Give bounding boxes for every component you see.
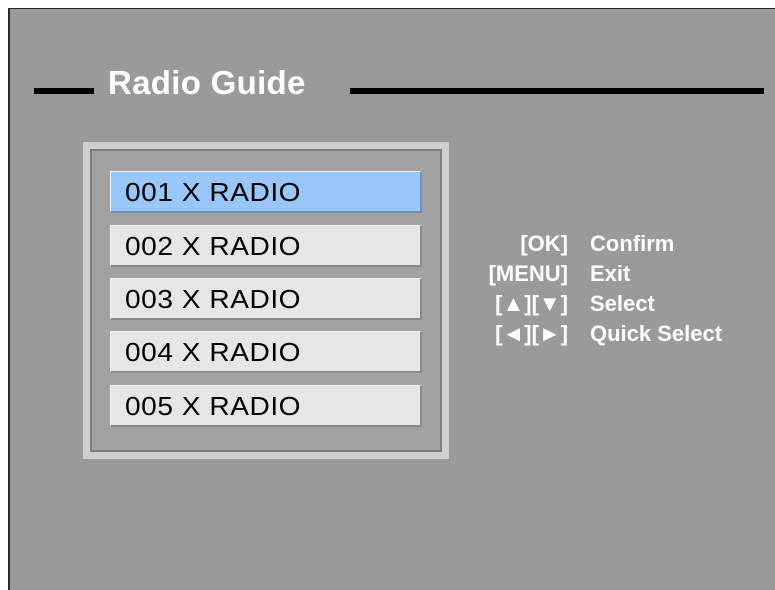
page-title: Radio Guide: [108, 64, 306, 101]
title-bar: Radio Guide: [34, 61, 774, 105]
channel-label: 003 X RADIO: [125, 284, 302, 314]
radio-guide-screen: Radio Guide 001 X RADIO 002 X RADIO 003 …: [8, 8, 775, 590]
title-divider-left: [34, 88, 94, 94]
help-action-select: Select: [590, 291, 655, 316]
channel-item-004[interactable]: 004 X RADIO: [110, 331, 422, 373]
help-row-updown: [▲][▼] Select: [450, 289, 775, 319]
channel-item-003[interactable]: 003 X RADIO: [110, 278, 422, 320]
channel-item-002[interactable]: 002 X RADIO: [110, 225, 422, 267]
channel-list-panel: 001 X RADIO 002 X RADIO 003 X RADIO 004 …: [83, 142, 449, 459]
help-action-exit: Exit: [590, 261, 631, 286]
channel-label: 005 X RADIO: [125, 391, 302, 421]
help-key-left-right-arrows: [◄][►]: [495, 321, 568, 346]
help-key-up-down-arrows: [▲][▼]: [495, 291, 568, 316]
help-key-ok: [OK]: [520, 231, 568, 256]
help-row-ok: [OK] Confirm: [450, 229, 775, 259]
help-key-menu: [MENU]: [488, 261, 568, 286]
key-help: [OK] Confirm [MENU] Exit [▲][▼] Select […: [450, 229, 775, 349]
channel-list: 001 X RADIO 002 X RADIO 003 X RADIO 004 …: [90, 149, 442, 452]
help-row-menu: [MENU] Exit: [450, 259, 775, 289]
channel-item-005[interactable]: 005 X RADIO: [110, 385, 422, 427]
help-row-leftright: [◄][►] Quick Select: [450, 319, 775, 349]
channel-label: 001 X RADIO: [125, 177, 302, 207]
channel-label: 002 X RADIO: [125, 231, 302, 261]
help-action-confirm: Confirm: [590, 231, 675, 256]
channel-label: 004 X RADIO: [125, 337, 302, 367]
channel-item-001[interactable]: 001 X RADIO: [110, 171, 422, 213]
title-divider-right: [350, 88, 764, 94]
help-action-quick-select: Quick Select: [590, 321, 723, 346]
